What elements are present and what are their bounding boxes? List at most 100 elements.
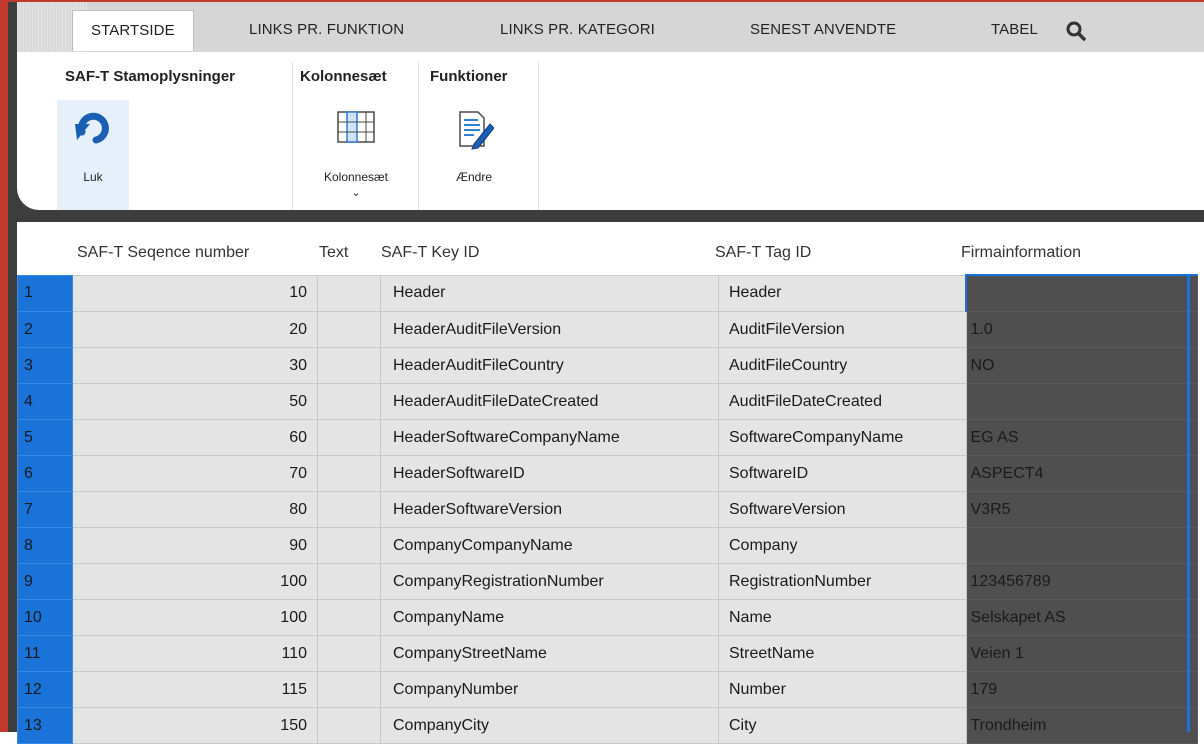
tab-links-pr-funktion[interactable]: LINKS PR. FUNKTION xyxy=(249,10,404,50)
row-number-cell[interactable]: 10 xyxy=(17,599,73,636)
table-row[interactable]: 13 150 CompanyCity City Trondheim xyxy=(17,707,1198,744)
tab-tabel[interactable]: TABEL xyxy=(991,10,1038,50)
key-id-cell[interactable]: CompanyNumber xyxy=(380,671,719,708)
firmainformation-cell[interactable]: 123456789 xyxy=(965,563,1198,600)
key-id-cell[interactable]: HeaderSoftwareCompanyName xyxy=(380,419,719,456)
tag-id-cell[interactable]: AuditFileCountry xyxy=(718,347,967,384)
luk-button[interactable]: Luk xyxy=(57,100,129,210)
tag-id-cell[interactable]: SoftwareVersion xyxy=(718,491,967,528)
firmainformation-cell[interactable]: ASPECT4 xyxy=(965,455,1198,492)
row-number-cell[interactable]: 9 xyxy=(17,563,73,600)
text-cell[interactable] xyxy=(317,563,381,600)
row-number-cell[interactable]: 11 xyxy=(17,635,73,672)
table-row[interactable]: 10 100 CompanyName Name Selskapet AS xyxy=(17,599,1198,636)
firmainformation-cell[interactable]: Trondheim xyxy=(965,707,1198,744)
table-row[interactable]: 7 80 HeaderSoftwareVersion SoftwareVersion V… xyxy=(17,491,1198,528)
sequence-number-cell[interactable]: 110 xyxy=(72,635,318,672)
aendre-button[interactable]: Ændre xyxy=(424,100,524,210)
key-id-cell[interactable]: HeaderAuditFileDateCreated xyxy=(380,383,719,420)
firmainformation-cell[interactable]: EG AS xyxy=(965,419,1198,456)
sequence-number-cell[interactable]: 10 xyxy=(72,274,318,312)
tag-id-cell[interactable]: AuditFileDateCreated xyxy=(718,383,967,420)
column-header-text[interactable]: Text xyxy=(319,244,348,262)
tag-id-cell[interactable]: Number xyxy=(718,671,967,708)
table-row[interactable]: 4 50 HeaderAuditFileDateCreated AuditFileDa… xyxy=(17,383,1198,420)
key-id-cell[interactable]: CompanyCity xyxy=(380,707,719,744)
search-icon[interactable] xyxy=(1065,20,1087,42)
key-id-cell[interactable]: CompanyName xyxy=(380,599,719,636)
row-number-cell[interactable]: 5 xyxy=(17,419,73,456)
row-number-cell[interactable]: 4 xyxy=(17,383,73,420)
firmainformation-cell[interactable]: Selskapet AS xyxy=(965,599,1198,636)
tab-links-pr-kategori[interactable]: LINKS PR. KATEGORI xyxy=(500,10,655,50)
text-cell[interactable] xyxy=(317,455,381,492)
table-row[interactable]: 5 60 HeaderSoftwareCompanyName SoftwareComp… xyxy=(17,419,1198,456)
text-cell[interactable] xyxy=(317,635,381,672)
text-cell[interactable] xyxy=(317,599,381,636)
row-number-cell[interactable]: 8 xyxy=(17,527,73,564)
tag-id-cell[interactable]: StreetName xyxy=(718,635,967,672)
tag-id-cell[interactable]: SoftwareID xyxy=(718,455,967,492)
text-cell[interactable] xyxy=(317,383,381,420)
tab-startside[interactable]: STARTSIDE xyxy=(72,10,194,51)
sequence-number-cell[interactable]: 80 xyxy=(72,491,318,528)
firmainformation-cell[interactable] xyxy=(965,274,1198,312)
sequence-number-cell[interactable]: 115 xyxy=(72,671,318,708)
sequence-number-cell[interactable]: 100 xyxy=(72,563,318,600)
sequence-number-cell[interactable]: 30 xyxy=(72,347,318,384)
table-row[interactable]: 1 10 Header Header xyxy=(17,274,1198,312)
table-row[interactable]: 11 110 CompanyStreetName StreetName Veien 1 xyxy=(17,635,1198,672)
column-header-saft-tag-id[interactable]: SAF-T Tag ID xyxy=(715,244,811,262)
row-number-cell[interactable]: 3 xyxy=(17,347,73,384)
row-number-cell[interactable]: 12 xyxy=(17,671,73,708)
key-id-cell[interactable]: HeaderSoftwareVersion xyxy=(380,491,719,528)
chevron-down-icon[interactable]: ⌄ xyxy=(300,186,412,199)
firmainformation-cell[interactable]: NO xyxy=(965,347,1198,384)
firmainformation-cell[interactable]: 179 xyxy=(965,671,1198,708)
tag-id-cell[interactable]: RegistrationNumber xyxy=(718,563,967,600)
table-row[interactable]: 6 70 HeaderSoftwareID SoftwareID ASPECT4 xyxy=(17,455,1198,492)
text-cell[interactable] xyxy=(317,311,381,348)
key-id-cell[interactable]: HeaderAuditFileVersion xyxy=(380,311,719,348)
firmainformation-cell[interactable] xyxy=(965,527,1198,564)
sequence-number-cell[interactable]: 20 xyxy=(72,311,318,348)
key-id-cell[interactable]: Header xyxy=(380,274,719,312)
row-number-cell[interactable]: 2 xyxy=(17,311,73,348)
text-cell[interactable] xyxy=(317,707,381,744)
key-id-cell[interactable]: CompanyCompanyName xyxy=(380,527,719,564)
text-cell[interactable] xyxy=(317,671,381,708)
sequence-number-cell[interactable]: 60 xyxy=(72,419,318,456)
text-cell[interactable] xyxy=(317,274,381,312)
tab-senest-anvendte[interactable]: SENEST ANVENDTE xyxy=(750,10,896,50)
tag-id-cell[interactable]: Name xyxy=(718,599,967,636)
text-cell[interactable] xyxy=(317,527,381,564)
text-cell[interactable] xyxy=(317,347,381,384)
tag-id-cell[interactable]: Header xyxy=(718,274,967,312)
sequence-number-cell[interactable]: 100 xyxy=(72,599,318,636)
key-id-cell[interactable]: HeaderAuditFileCountry xyxy=(380,347,719,384)
sequence-number-cell[interactable]: 50 xyxy=(72,383,318,420)
table-row[interactable]: 12 115 CompanyNumber Number 179 xyxy=(17,671,1198,708)
column-header-saft-sequence-number[interactable]: SAF-T Seqence number xyxy=(77,244,249,262)
firmainformation-cell[interactable]: Veien 1 xyxy=(965,635,1198,672)
sequence-number-cell[interactable]: 150 xyxy=(72,707,318,744)
tag-id-cell[interactable]: SoftwareCompanyName xyxy=(718,419,967,456)
table-row[interactable]: 3 30 HeaderAuditFileCountry AuditFileCountr… xyxy=(17,347,1198,384)
row-number-cell[interactable]: 7 xyxy=(17,491,73,528)
key-id-cell[interactable]: CompanyRegistrationNumber xyxy=(380,563,719,600)
firmainformation-cell[interactable]: 1.0 xyxy=(965,311,1198,348)
key-id-cell[interactable]: CompanyStreetName xyxy=(380,635,719,672)
table-row[interactable]: 8 90 CompanyCompanyName Company xyxy=(17,527,1198,564)
column-header-firmainformation[interactable]: Firmainformation xyxy=(961,244,1081,262)
column-header-saft-key-id[interactable]: SAF-T Key ID xyxy=(381,244,479,262)
kolonnesaet-button[interactable]: Kolonnesæt ⌄ xyxy=(300,100,412,210)
row-number-cell[interactable]: 13 xyxy=(17,707,73,744)
sequence-number-cell[interactable]: 70 xyxy=(72,455,318,492)
tag-id-cell[interactable]: Company xyxy=(718,527,967,564)
tag-id-cell[interactable]: AuditFileVersion xyxy=(718,311,967,348)
table-row[interactable]: 9 100 CompanyRegistrationNumber Registratio… xyxy=(17,563,1198,600)
text-cell[interactable] xyxy=(317,491,381,528)
text-cell[interactable] xyxy=(317,419,381,456)
sequence-number-cell[interactable]: 90 xyxy=(72,527,318,564)
firmainformation-cell[interactable]: V3R5 xyxy=(965,491,1198,528)
